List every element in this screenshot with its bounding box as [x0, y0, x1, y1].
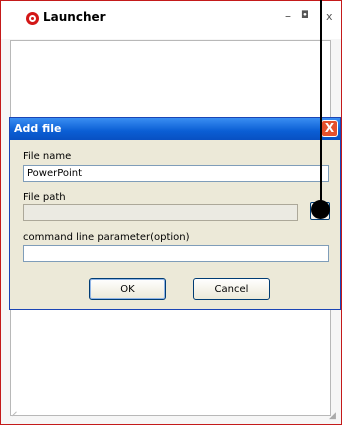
- pointer-dot-icon: [311, 200, 330, 219]
- minimize-button[interactable]: –: [285, 9, 291, 23]
- param-input[interactable]: [23, 245, 329, 262]
- file-path-label: File path: [23, 192, 66, 203]
- file-name-label: File name: [23, 151, 72, 162]
- maximize-button[interactable]: ◘: [301, 10, 309, 21]
- dialog-title: Add file: [14, 122, 62, 135]
- add-file-dialog: Add file X File name File path ... comma…: [9, 117, 341, 310]
- launcher-logo-icon: [26, 12, 39, 25]
- resize-grip-icon[interactable]: ◢: [329, 411, 336, 421]
- launcher-titlebar[interactable]: Launcher – ◘ x: [1, 1, 341, 39]
- cancel-button[interactable]: Cancel: [193, 278, 270, 300]
- param-label: command line parameter(option): [23, 232, 190, 243]
- close-button[interactable]: x: [326, 10, 333, 23]
- file-path-input[interactable]: [23, 204, 298, 221]
- dialog-close-button[interactable]: X: [321, 120, 338, 137]
- ok-button[interactable]: OK: [89, 278, 166, 300]
- file-name-input[interactable]: [23, 165, 329, 182]
- dialog-titlebar[interactable]: Add file X: [10, 118, 340, 140]
- launcher-title: Launcher: [43, 10, 106, 24]
- pointer-line: [320, 0, 322, 208]
